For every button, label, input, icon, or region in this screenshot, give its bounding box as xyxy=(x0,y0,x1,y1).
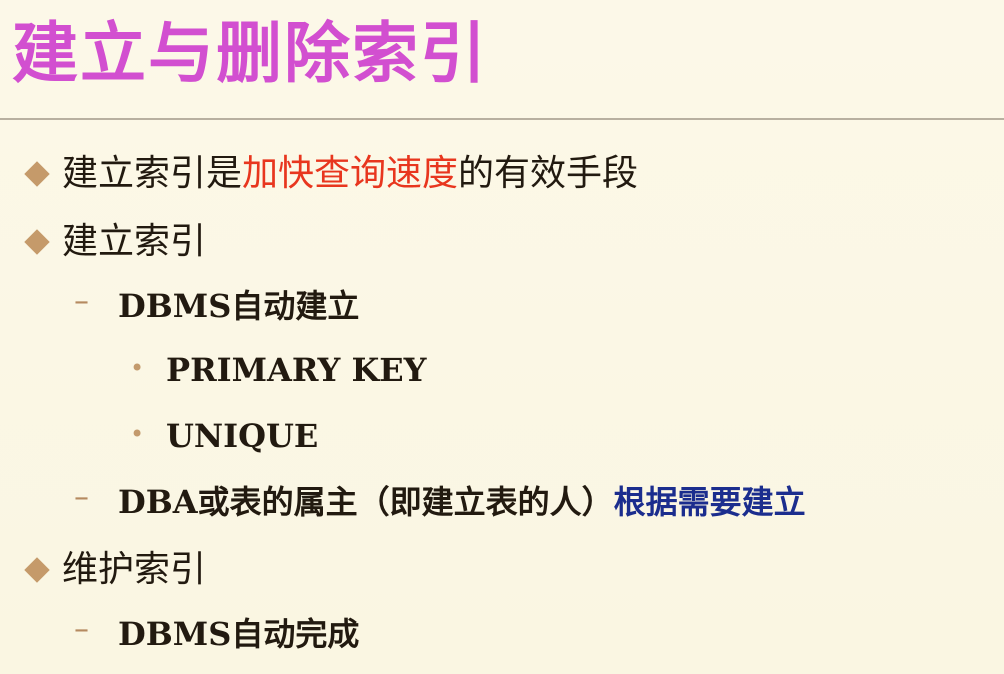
sub-item-dbms-complete: DBMS自动完成 xyxy=(118,615,360,653)
bullet-item-2: 建立索引 xyxy=(62,221,207,262)
item-6-highlight: 根据需要建立 xyxy=(613,483,806,521)
diamond-bullet-icon xyxy=(24,557,50,583)
item-1-text-a: 建立索引是 xyxy=(62,153,243,194)
sub-sub-item-primary-key: PRIMARY KEY xyxy=(166,351,427,389)
item-1-text-b: 的有效手段 xyxy=(458,153,639,194)
sub-sub-item-unique: UNIQUE xyxy=(166,417,319,455)
item-1-highlight: 加快查询速度 xyxy=(242,153,459,194)
dot-bullet-icon: • xyxy=(130,420,145,448)
diamond-bullet-icon xyxy=(24,161,50,187)
bullet-item-1: 建立索引是加快查询速度的有效手段 xyxy=(62,148,638,200)
sub-item-dba-owner: DBA或表的属主（即建立表的人）根据需要建立 xyxy=(118,476,806,528)
sub-item-dbms-auto: DBMS自动建立 xyxy=(118,287,360,325)
item-6-text-a: DBA或表的属主（即建立表的人） xyxy=(118,483,614,521)
slide: 建立与删除索引 建立索引是加快查询速度的有效手段 建立索引 – DBMS自动建立… xyxy=(0,0,1004,674)
dash-bullet-icon: – xyxy=(74,480,89,515)
slide-title: 建立与删除索引 xyxy=(12,15,488,92)
dot-bullet-icon: • xyxy=(130,354,145,382)
dash-bullet-icon: – xyxy=(74,612,89,647)
bullet-item-maintain: 维护索引 xyxy=(62,549,207,590)
dash-bullet-icon: – xyxy=(74,284,89,319)
diamond-bullet-icon xyxy=(24,229,50,255)
title-divider xyxy=(0,118,1004,120)
